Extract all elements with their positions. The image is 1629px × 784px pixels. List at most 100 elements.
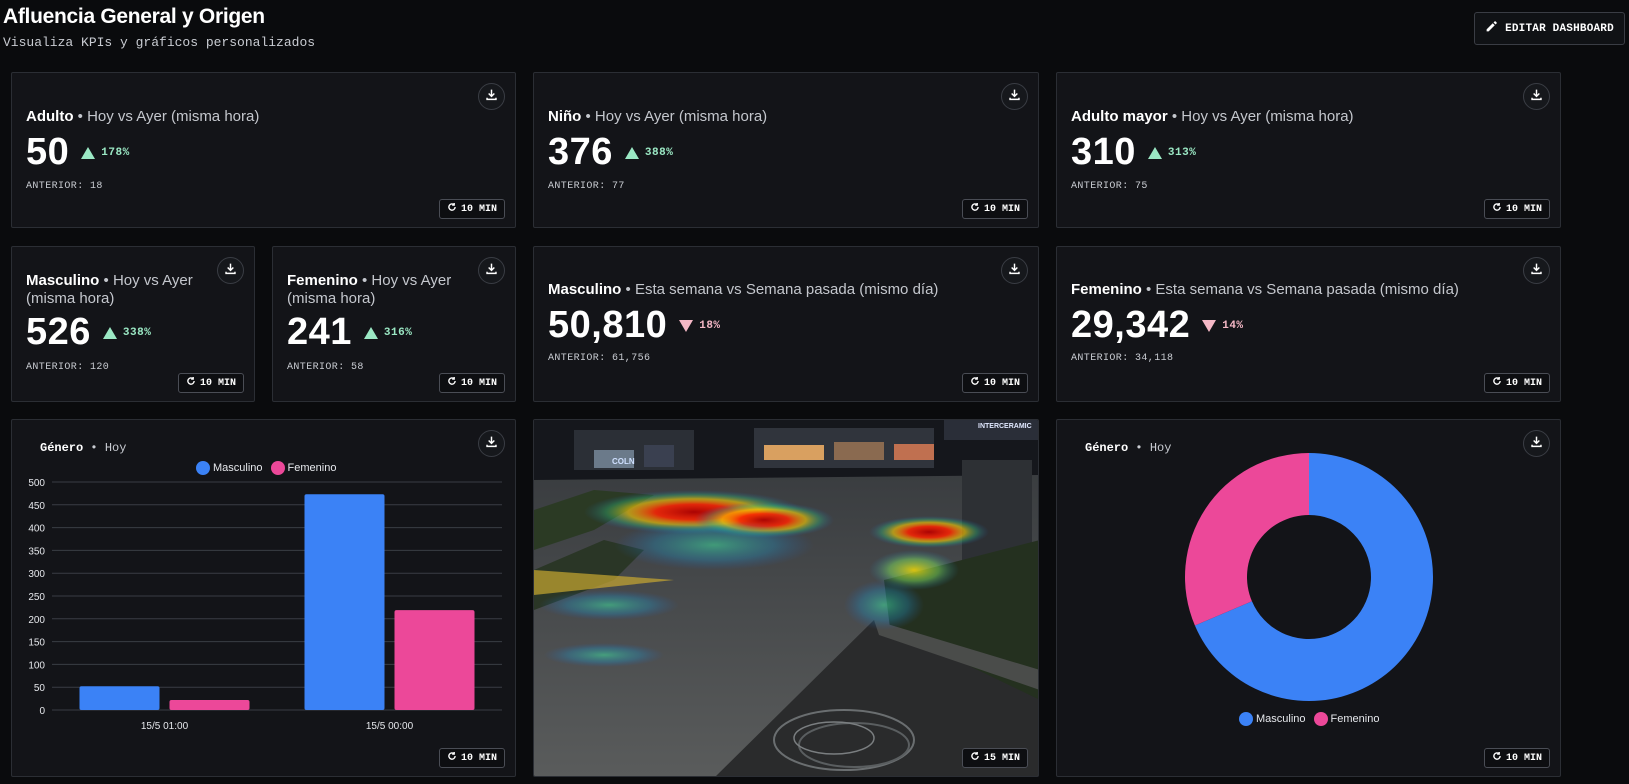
kpi-title: Adulto mayor • Hoy vs Ayer (misma hora)	[1071, 108, 1354, 125]
x-tick-label: 15/5 01:00	[141, 721, 189, 732]
refresh-interval-button[interactable]: 15 MIN	[961, 748, 1028, 768]
download-button[interactable]	[478, 257, 505, 284]
legend-dot	[1313, 712, 1328, 726]
y-tick-label: 300	[28, 569, 45, 580]
download-icon	[1008, 262, 1021, 280]
refresh-icon	[970, 751, 980, 765]
refresh-interval-button[interactable]: 10 MIN	[961, 199, 1028, 219]
bar-femenino[interactable]	[394, 610, 475, 710]
kpi-title: Femenino • Esta semana vs Semana pasada …	[1071, 281, 1459, 298]
refresh-interval-button[interactable]: 10 MIN	[1483, 199, 1550, 219]
kpi-value-row: 50,810 18%	[548, 304, 721, 347]
kpi-title: Niño • Hoy vs Ayer (misma hora)	[548, 108, 768, 125]
refresh-icon	[1492, 202, 1502, 216]
refresh-icon	[970, 202, 980, 216]
refresh-icon	[970, 376, 980, 390]
refresh-icon	[1492, 751, 1502, 765]
store-text: COLN	[612, 457, 635, 466]
pencil-icon	[1485, 20, 1498, 37]
download-button[interactable]	[1001, 257, 1028, 284]
kpi-delta: 18%	[679, 319, 720, 332]
legend-dot	[1239, 712, 1253, 726]
page-title: Afluencia General y Origen	[3, 5, 265, 28]
refresh-icon	[1492, 376, 1502, 390]
kpi-value: 50,810	[548, 304, 668, 346]
refresh-interval-button[interactable]: 10 MIN	[438, 373, 505, 393]
arrow-up-icon	[81, 146, 96, 159]
slice-femenino[interactable]	[1185, 453, 1309, 626]
arrow-down-icon	[1202, 319, 1217, 332]
download-icon	[224, 262, 237, 280]
legend-item-femenino[interactable]: Femenino	[1313, 712, 1379, 726]
kpi-value: 50	[26, 131, 70, 173]
kpi-title: Femenino • Hoy vs Ayer (misma hora)	[287, 272, 452, 307]
download-button[interactable]	[217, 257, 244, 284]
kpi-value-row: 50 178%	[26, 131, 130, 174]
kpi-previous: ANTERIOR: 58	[287, 362, 364, 373]
arrow-up-icon	[1147, 146, 1162, 159]
y-tick-label: 250	[28, 592, 45, 603]
legend-item-masculino[interactable]: Masculino	[1239, 712, 1306, 726]
refresh-interval-button[interactable]: 10 MIN	[438, 199, 505, 219]
page-subtitle: Visualiza KPIs y gráficos personalizados	[3, 35, 316, 50]
refresh-interval-button[interactable]: 10 MIN	[438, 748, 505, 768]
refresh-icon	[447, 751, 457, 765]
refresh-interval-button[interactable]: 10 MIN	[177, 373, 244, 393]
sign-text: INTERCERAMIC	[978, 423, 1032, 430]
refresh-icon	[447, 376, 457, 390]
kpi-card-femenino-semana: Femenino • Esta semana vs Semana pasada …	[1056, 246, 1561, 402]
download-icon	[485, 88, 498, 106]
arrow-down-icon	[679, 319, 694, 332]
y-tick-label: 500	[28, 478, 45, 489]
y-tick-label: 100	[28, 660, 45, 671]
edit-dashboard-label: EDITAR DASHBOARD	[1505, 22, 1614, 35]
download-button[interactable]	[1001, 83, 1028, 110]
kpi-card-adulto: Adulto • Hoy vs Ayer (misma hora) 50 178%…	[11, 72, 516, 228]
bar-femenino[interactable]	[169, 699, 250, 710]
kpi-previous: ANTERIOR: 18	[26, 181, 103, 192]
camera-heatmap-image: INTERCERAMIC COLN	[534, 420, 1038, 776]
kpi-title: Adulto • Hoy vs Ayer (misma hora)	[26, 108, 260, 125]
y-tick-label: 150	[28, 638, 45, 649]
kpi-card-masculino-dia: Masculino • Hoy vs Ayer (misma hora) 526…	[11, 246, 255, 402]
kpi-value: 29,342	[1071, 304, 1191, 346]
kpi-value-row: 310 313%	[1071, 131, 1196, 174]
kpi-value: 376	[548, 131, 613, 173]
download-icon	[485, 262, 498, 280]
refresh-icon	[447, 202, 457, 216]
kpi-delta: 313%	[1147, 146, 1196, 159]
download-button[interactable]	[1523, 257, 1550, 284]
y-tick-label: 450	[28, 501, 45, 512]
kpi-value: 310	[1071, 131, 1136, 173]
arrow-up-icon	[624, 146, 639, 159]
refresh-interval-button[interactable]: 10 MIN	[1483, 373, 1550, 393]
kpi-card-adulto-mayor: Adulto mayor • Hoy vs Ayer (misma hora) …	[1056, 72, 1561, 228]
bar-chart-card: Género • Hoy Masculino Femenino 0 50 100 15…	[11, 419, 516, 777]
kpi-value: 526	[26, 311, 91, 353]
x-tick-label: 15/5 00:00	[366, 721, 414, 732]
download-icon	[1530, 88, 1543, 106]
chart-legend: Masculino Femenino	[1239, 712, 1379, 726]
kpi-value-row: 526 338%	[26, 311, 151, 354]
bar-masculino[interactable]	[304, 494, 385, 710]
arrow-up-icon	[363, 326, 378, 339]
kpi-value: 241	[287, 311, 352, 353]
kpi-previous: ANTERIOR: 75	[1071, 181, 1148, 192]
donut-chart-card: Género • Hoy Masculino Femenino 10 MIN	[1056, 419, 1561, 777]
kpi-card-masculino-semana: Masculino • Esta semana vs Semana pasada…	[533, 246, 1039, 402]
kpi-delta: 14%	[1202, 319, 1243, 332]
download-icon	[1530, 262, 1543, 280]
kpi-card-femenino-dia: Femenino • Hoy vs Ayer (misma hora) 241 3…	[272, 246, 516, 402]
edit-dashboard-button[interactable]: EDITAR DASHBOARD	[1474, 12, 1625, 45]
bar-masculino[interactable]	[79, 686, 160, 710]
kpi-delta: 178%	[81, 146, 129, 159]
arrow-up-icon	[102, 326, 117, 339]
kpi-previous: ANTERIOR: 77	[548, 181, 625, 192]
kpi-value-row: 241 316%	[287, 311, 412, 354]
download-button[interactable]	[478, 83, 505, 110]
refresh-interval-button[interactable]: 10 MIN	[961, 373, 1028, 393]
download-button[interactable]	[1523, 83, 1550, 110]
kpi-delta: 338%	[102, 326, 151, 339]
y-tick-label: 50	[34, 683, 46, 694]
refresh-interval-button[interactable]: 10 MIN	[1483, 748, 1550, 768]
